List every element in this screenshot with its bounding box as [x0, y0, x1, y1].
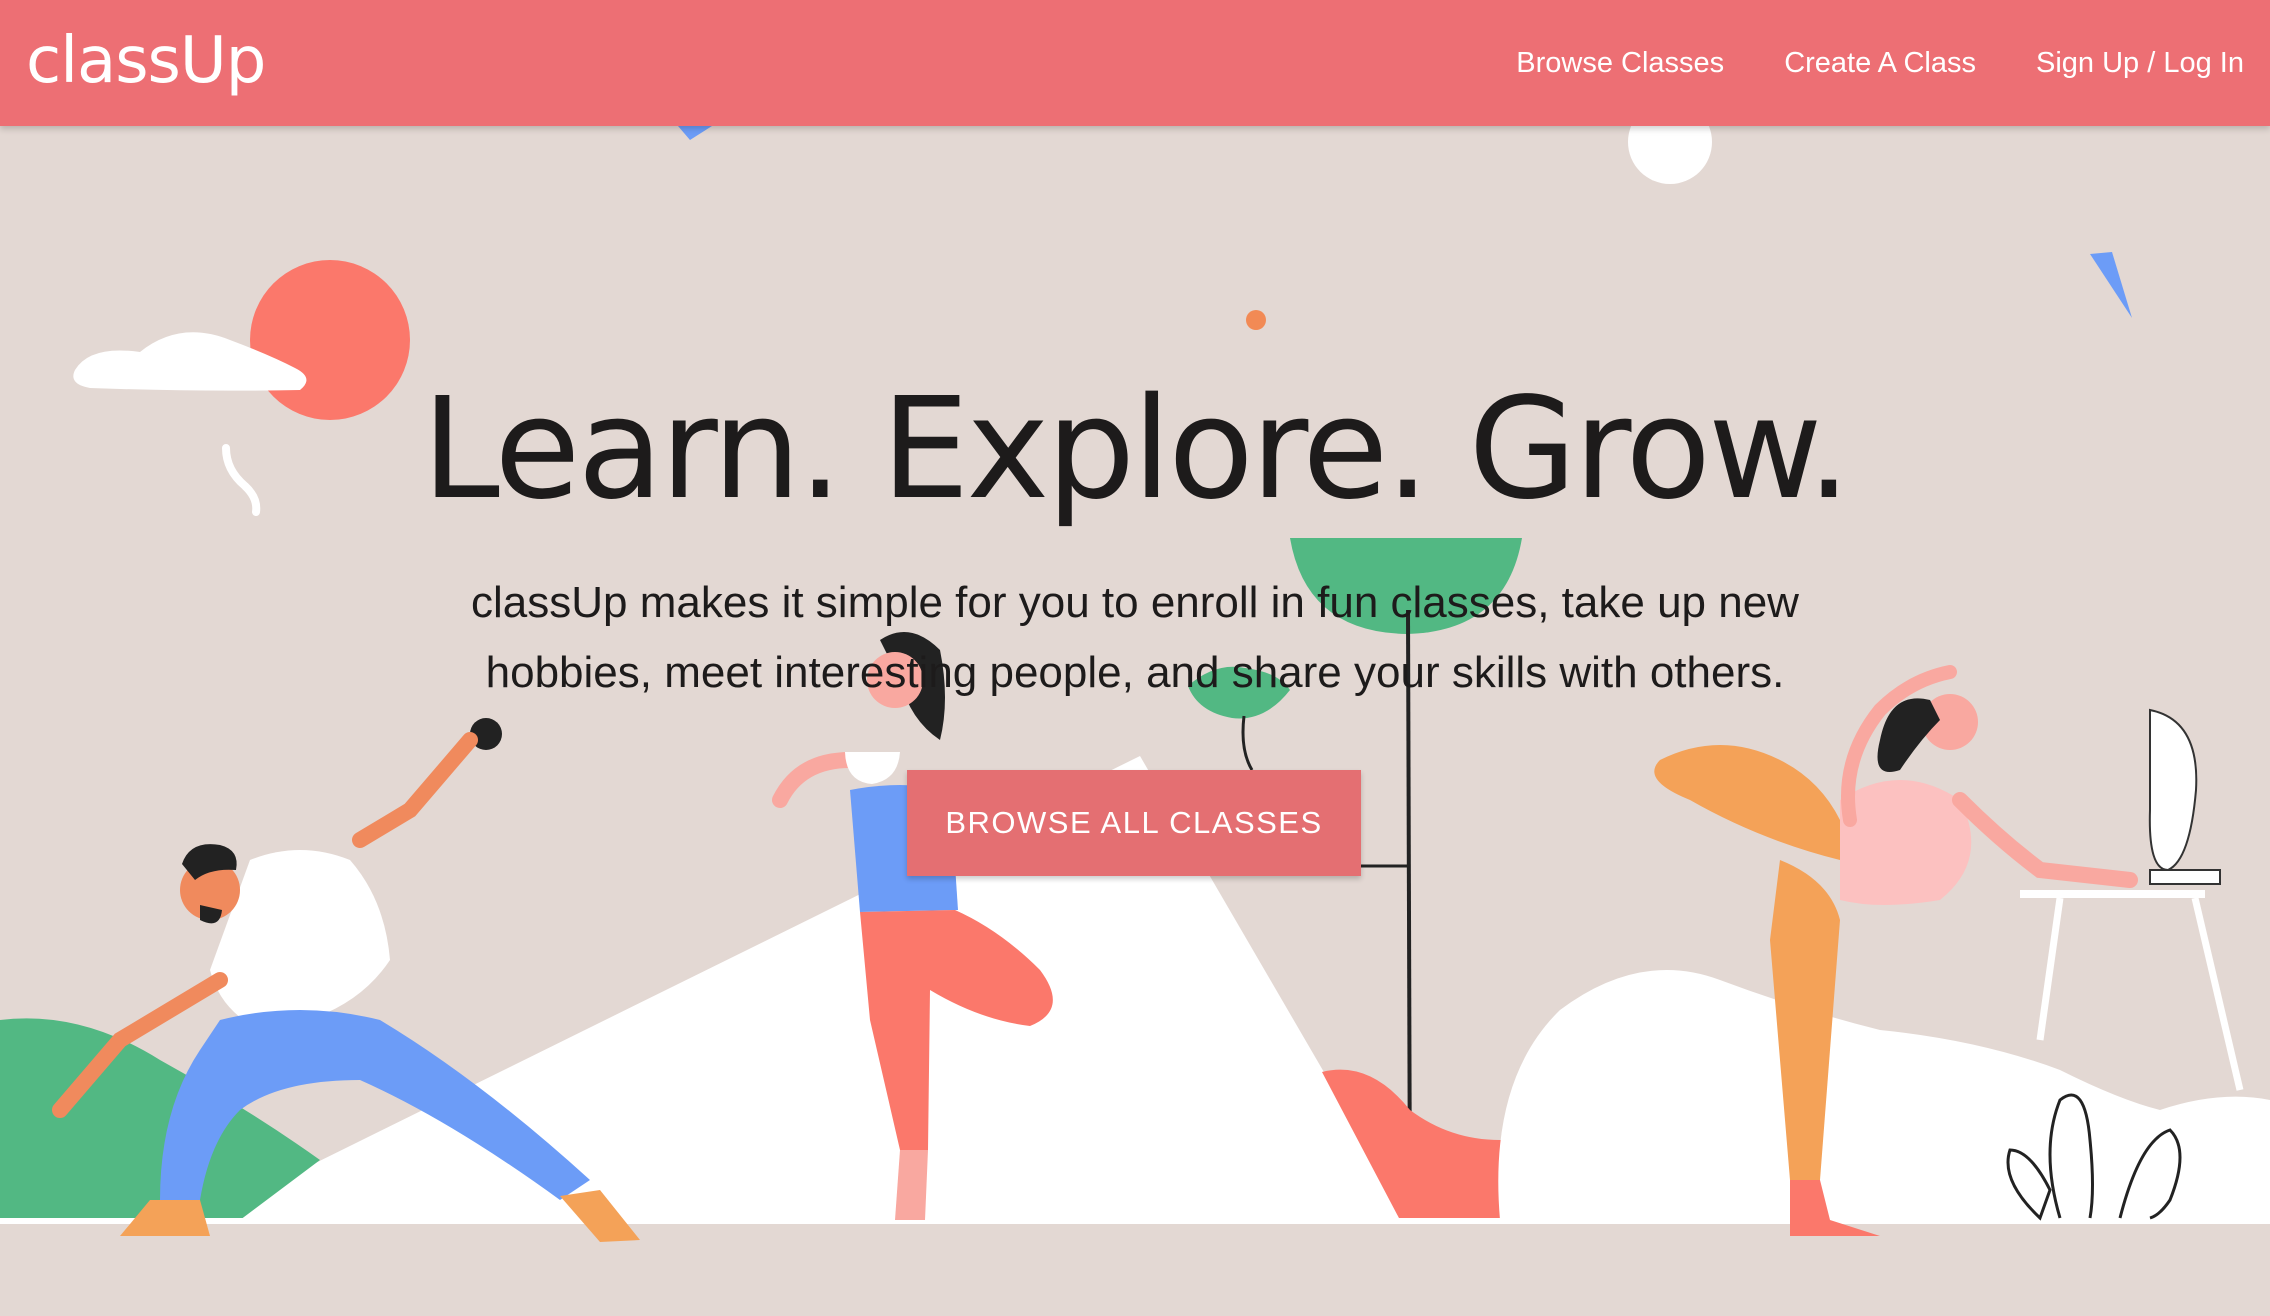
- desk-top: [2020, 890, 2205, 898]
- blue-triangle-right: [2090, 252, 2132, 318]
- brand-logo[interactable]: classUp: [26, 16, 266, 106]
- monitor: [2148, 708, 2198, 872]
- orange-dot: [1246, 310, 1266, 330]
- browse-all-classes-button[interactable]: BROWSE ALL CLASSES: [907, 770, 1361, 876]
- nav-create-class[interactable]: Create A Class: [1784, 47, 1976, 80]
- desk-leg-left: [2036, 897, 2064, 1041]
- navbar: classUp Browse Classes Create A Class Si…: [0, 0, 2270, 126]
- nav-browse-classes[interactable]: Browse Classes: [1516, 47, 1724, 80]
- hero-title: Learn. Explore. Grow.: [421, 368, 1851, 531]
- blue-triangle-top: [678, 126, 712, 140]
- ground-strip: [0, 1218, 2270, 1224]
- desk-leg-right: [2191, 897, 2244, 1091]
- tree-branch: [1241, 715, 1254, 771]
- nav-signup-login[interactable]: Sign Up / Log In: [2036, 47, 2244, 80]
- nav-links: Browse Classes Create A Class Sign Up / …: [1456, 0, 2244, 126]
- monitor-stand: [2149, 869, 2221, 885]
- hero-subtitle: classUp makes it simple for you to enrol…: [471, 578, 1799, 697]
